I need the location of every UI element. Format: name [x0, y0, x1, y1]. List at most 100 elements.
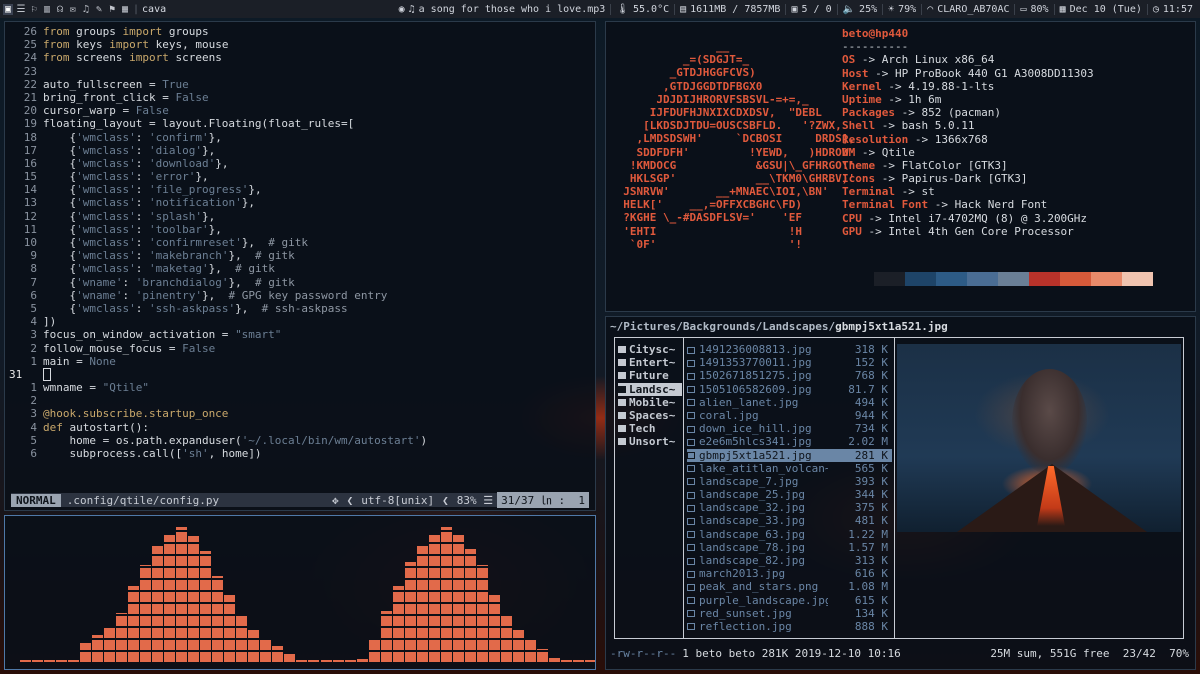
- code-line[interactable]: 4 def autostart():: [9, 421, 591, 434]
- file-item[interactable]: coral.jpg 944 K: [687, 409, 892, 422]
- directory-item[interactable]: Spaces~: [618, 409, 682, 422]
- code-line[interactable]: 9 {'wmclass': 'makebranch'}, # gitk: [9, 249, 591, 262]
- code-line[interactable]: 5 home = os.path.expanduser('~/.local/bi…: [9, 434, 591, 447]
- group-button[interactable]: ☰: [16, 4, 26, 15]
- updates-widget[interactable]: ▣ 5 / 0: [785, 3, 836, 15]
- group-button[interactable]: ☊: [55, 4, 65, 15]
- code-line[interactable]: 22 auto_fullscreen = True: [9, 78, 591, 91]
- code-line[interactable]: 10 {'wmclass': 'confirmreset'}, # gitk: [9, 236, 591, 249]
- file-item[interactable]: 1502671851275.jpg 768 K: [687, 369, 892, 382]
- code-line[interactable]: 21 bring_front_click = False: [9, 91, 591, 104]
- neofetch-terminal-window[interactable]: __ _=(SDGJT=_ _GTDJHGGFCVS) ,GTDJGGDTDFB…: [605, 21, 1196, 312]
- code-line[interactable]: 1 wmname = "Qtile": [9, 381, 591, 394]
- group-button[interactable]: ⚑: [107, 4, 117, 15]
- directory-item[interactable]: Unsort~: [618, 435, 682, 448]
- code-token: 'wmclass': [76, 143, 136, 157]
- code-line[interactable]: 17 {'wmclass': 'dialog'},: [9, 144, 591, 157]
- file-item[interactable]: 1491236008813.jpg 318 K: [687, 343, 892, 356]
- group-button[interactable]: ▦: [120, 4, 130, 15]
- file-item[interactable]: alien_lanet.jpg 494 K: [687, 396, 892, 409]
- code-line[interactable]: 4]): [9, 315, 591, 328]
- file-item[interactable]: 1491353770011.jpg 152 K: [687, 356, 892, 369]
- code-line[interactable]: 5 {'wmclass': 'ssh-askpass'}, # ssh-askp…: [9, 302, 591, 315]
- file-item[interactable]: landscape_32.jpg 375 K: [687, 501, 892, 514]
- vim-editor-window[interactable]: 26 from groups import groups 25 from keys i…: [4, 21, 596, 511]
- file-item[interactable]: 1505106582609.jpg 81.7 K: [687, 383, 892, 396]
- file-item[interactable]: red_sunset.jpg 134 K: [687, 607, 892, 620]
- code-line[interactable]: 19 floating_layout = layout.Floating(floa…: [9, 117, 591, 130]
- directory-item[interactable]: Landsc~: [618, 382, 682, 396]
- wifi-ssid: CLARO_AB70AC: [937, 3, 1010, 15]
- group-button[interactable]: ✉: [68, 4, 78, 15]
- file-item[interactable]: landscape_33.jpg 481 K: [687, 514, 892, 527]
- file-item[interactable]: gbmpj5xt1a521.jpg 281 K: [687, 448, 892, 462]
- code-line[interactable]: 3 focus_on_window_activation = "smart": [9, 328, 591, 341]
- file-list-column[interactable]: 1491236008813.jpg 318 K 1491353770011.jpg 1…: [687, 343, 892, 633]
- code-line[interactable]: 14 {'wmclass': 'file_progress'},: [9, 183, 591, 196]
- group-button[interactable]: ⚐: [29, 4, 39, 15]
- cava-visualizer-window[interactable]: [4, 515, 596, 670]
- code-line[interactable]: 24 from screens import screens: [9, 51, 591, 64]
- ranger-file-manager-window[interactable]: ~/Pictures/Backgrounds/Landscapes/gbmpj5…: [605, 316, 1196, 670]
- parent-directory-column[interactable]: Citysc~ Entert~ Future Landsc~ Mobile~ Spaces…: [618, 343, 682, 449]
- code-token: # GPG key password entry: [228, 288, 388, 302]
- code-line[interactable]: 16 {'wmclass': 'download'},: [9, 157, 591, 170]
- ascii-line: _=(SDGJT=_: [610, 53, 750, 67]
- code-line[interactable]: 11 {'wmclass': 'toolbar'},: [9, 223, 591, 236]
- brightness-widget[interactable]: ☀ 79%: [882, 3, 921, 15]
- code-line[interactable]: 20 cursor_warp = False: [9, 104, 591, 117]
- code-line[interactable]: 23: [9, 65, 591, 78]
- directory-item[interactable]: Tech: [618, 422, 682, 435]
- now-playing-widget[interactable]: ◉ ♫ a song for those who i love.mp3: [394, 4, 611, 15]
- code-line[interactable]: 12 {'wmclass': 'splash'},: [9, 210, 591, 223]
- code-line[interactable]: 1 main = None: [9, 355, 591, 368]
- code-line[interactable]: 6 {'wname': 'pinentry'}, # GPG key passw…: [9, 289, 591, 302]
- code-line[interactable]: 3 @hook.subscribe.startup_once: [9, 407, 591, 420]
- code-line[interactable]: 25 from keys import keys, mouse: [9, 38, 591, 51]
- file-item[interactable]: peak_and_stars.png 1.08 M: [687, 580, 892, 593]
- code-token: main =: [43, 354, 90, 368]
- group-button[interactable]: ♫: [81, 4, 91, 15]
- code-line[interactable]: 7 {'wname': 'branchdialog'}, # gitk: [9, 276, 591, 289]
- code-line[interactable]: 13 {'wmclass': 'notification'},: [9, 196, 591, 209]
- code-line[interactable]: 18 {'wmclass': 'confirm'},: [9, 131, 591, 144]
- directory-item[interactable]: Citysc~: [618, 343, 682, 356]
- file-item[interactable]: landscape_78.jpg 1.57 M: [687, 541, 892, 554]
- group-box: ▣ ☰ ⚐ ▥ ☊ ✉ ♫ ✎ ⚑ ▦: [0, 3, 130, 15]
- file-item[interactable]: landscape_7.jpg 393 K: [687, 475, 892, 488]
- file-item[interactable]: landscape_63.jpg 1.22 M: [687, 528, 892, 541]
- file-item[interactable]: march2013.jpg 616 K: [687, 567, 892, 580]
- shell-prompt[interactable]: beto at hp440 on ~ → $: [610, 311, 670, 312]
- info-value: st: [921, 185, 935, 199]
- file-item[interactable]: down_ice_hill.jpg 734 K: [687, 422, 892, 435]
- directory-item[interactable]: Future: [618, 369, 682, 382]
- wifi-widget[interactable]: ◠ CLARO_AB70AC: [921, 3, 1014, 15]
- group-button[interactable]: ▥: [42, 4, 52, 15]
- directory-item[interactable]: Entert~: [618, 356, 682, 369]
- file-item[interactable]: landscape_82.jpg 313 K: [687, 554, 892, 567]
- code-line[interactable]: 6 subprocess.call(['sh', home]): [9, 447, 591, 460]
- code-line[interactable]: 2: [9, 394, 591, 407]
- code-token: {: [43, 170, 77, 184]
- code-line[interactable]: 15 {'wmclass': 'error'},: [9, 170, 591, 183]
- thermometer-icon: 🌡: [616, 3, 629, 15]
- cava-frequency-bar: [104, 626, 116, 662]
- volume-widget[interactable]: 🔈 25%: [836, 3, 883, 15]
- file-item[interactable]: purple_landscape.jpg 615 K: [687, 594, 892, 607]
- file-item[interactable]: landscape_25.jpg 344 K: [687, 488, 892, 501]
- code-line[interactable]: 31: [9, 368, 591, 382]
- code-token: def: [43, 420, 70, 434]
- info-arrow: ->: [901, 106, 915, 120]
- directory-item[interactable]: Mobile~: [618, 396, 682, 409]
- file-item[interactable]: lake_atitlan_volcan~.jpg 565 K: [687, 462, 892, 475]
- color-swatch: [998, 272, 1029, 286]
- group-button[interactable]: ▣: [3, 3, 13, 15]
- file-item[interactable]: e2e6m5hlcs341.jpg 2.02 M: [687, 435, 892, 448]
- code-token: },: [208, 262, 236, 276]
- code-line[interactable]: 26 from groups import groups: [9, 25, 591, 38]
- code-line[interactable]: 2 follow_mouse_focus = False: [9, 342, 591, 355]
- group-button[interactable]: ✎: [94, 4, 104, 15]
- code-buffer[interactable]: 26 from groups import groups 25 from keys i…: [9, 25, 591, 460]
- code-line[interactable]: 8 {'wmclass': 'maketag'}, # gitk: [9, 262, 591, 275]
- file-item[interactable]: reflection.jpg 888 K: [687, 620, 892, 633]
